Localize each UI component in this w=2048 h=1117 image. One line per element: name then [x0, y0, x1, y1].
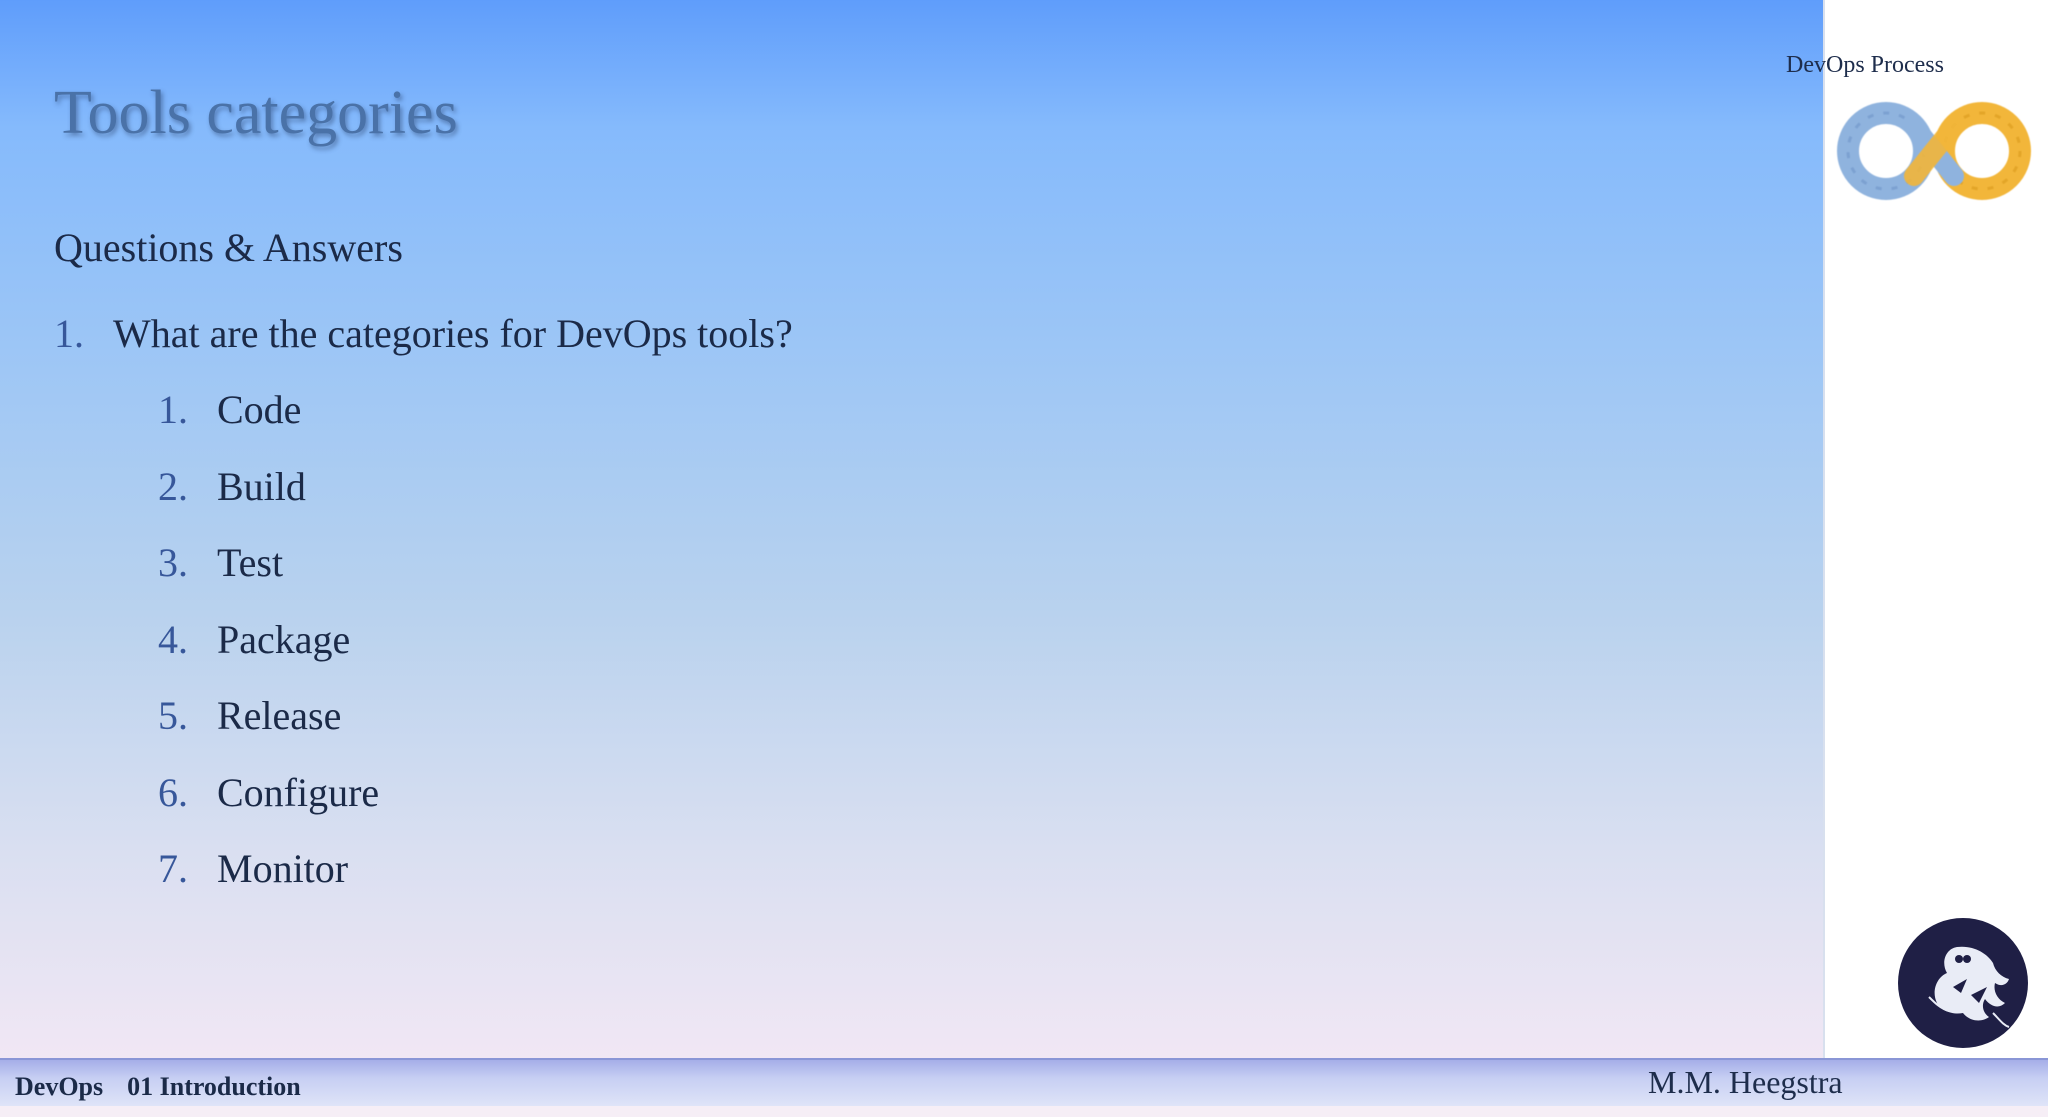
answer-item: 6. Configure — [158, 769, 379, 846]
footer-author: M.M. Heegstra — [1648, 1064, 1843, 1100]
footer-bar: DevOps 01 Introduction M.M. Heegstra — [0, 1058, 2048, 1108]
answer-text: Code — [217, 387, 302, 432]
answer-number: 7. — [158, 846, 188, 891]
side-panel-label: DevOps Process — [1786, 52, 1944, 78]
answer-item: 1. Code — [158, 386, 379, 463]
answer-number: 1. — [158, 387, 188, 432]
answer-item: 3. Test — [158, 539, 379, 616]
answer-number: 2. — [158, 463, 188, 509]
answer-list: 1. Code 2. Build 3. Test 4. Package 5. Releas… — [158, 386, 379, 922]
devops-infinity-loop-icon — [1837, 102, 2031, 200]
answer-text: Test — [217, 540, 284, 585]
answer-text: Build — [217, 463, 306, 509]
eagle-emblem-icon — [1898, 918, 2028, 1048]
answer-item: 4. Package — [158, 616, 379, 693]
question-number: 1. — [54, 311, 84, 356]
footer-course-info: DevOps 01 Introduction — [15, 1072, 301, 1102]
answer-number: 6. — [158, 769, 188, 815]
answer-number: 5. — [158, 693, 188, 738]
footer-chapter: 01 Introduction — [127, 1072, 301, 1101]
answer-item: 5. Release — [158, 692, 379, 769]
answer-item: 7. Monitor — [158, 845, 379, 922]
question-text: What are the categories for DevOps tools… — [113, 311, 793, 356]
bottom-strip — [0, 1106, 2048, 1117]
answer-text: Monitor — [217, 846, 349, 891]
footer-course: DevOps — [15, 1072, 104, 1101]
answer-text: Release — [217, 693, 342, 738]
slide-title: Tools categories — [54, 79, 458, 147]
answer-text: Configure — [217, 769, 380, 815]
answer-text: Package — [217, 616, 351, 662]
answer-item: 2. Build — [158, 463, 379, 540]
question-item: 1. What are the categories for DevOps too… — [54, 310, 793, 357]
answer-number: 3. — [158, 540, 188, 585]
answer-number: 4. — [158, 616, 188, 662]
slide-subtitle: Questions & Answers — [54, 225, 403, 270]
